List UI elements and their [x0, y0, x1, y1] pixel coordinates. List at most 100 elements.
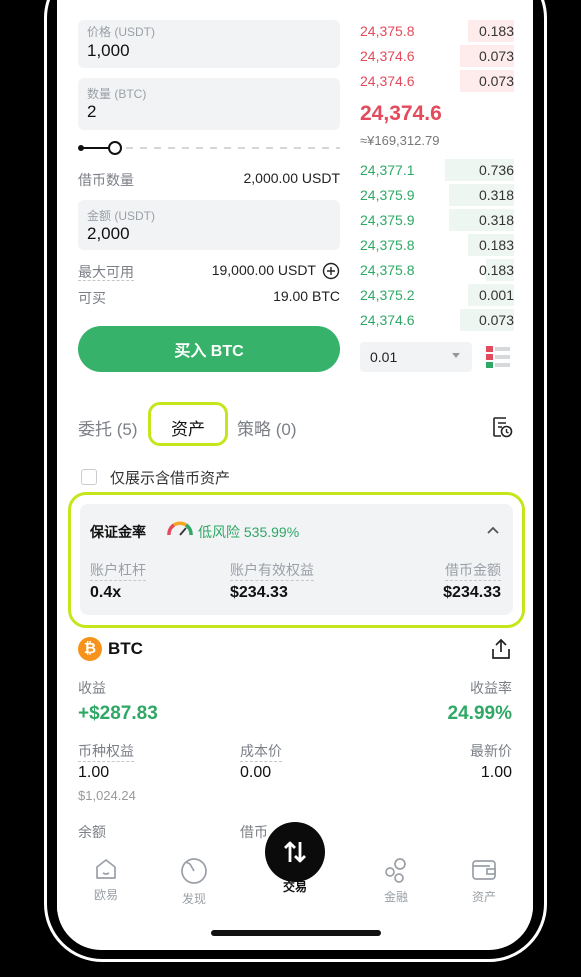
max-available-value: 19,000.00 USDT [211, 262, 316, 278]
nav-assets-label: 资产 [471, 890, 496, 904]
share-icon[interactable] [490, 637, 512, 661]
price-value: 1,000 [87, 41, 130, 60]
depth-select[interactable]: 0.01 [360, 342, 472, 372]
amount-value: 2,000 [87, 224, 130, 243]
chevron-down-icon [452, 353, 460, 358]
bid-quantity: 0.183 [478, 237, 514, 253]
ask-price: 24,374.6 [360, 73, 415, 89]
nav-finance[interactable]: 金融 [361, 840, 431, 905]
borrowed-only-label: 仅展示含借币资产 [110, 470, 231, 487]
slider-track [126, 147, 340, 149]
borrow-label: 借币数量 [78, 172, 134, 188]
margin-ratio-title: 保证金率 [90, 524, 146, 540]
depth-value: 0.01 [370, 349, 398, 365]
bid-row[interactable]: 24,377.1 0.736 [360, 159, 514, 181]
nav-assets[interactable]: 资产 [449, 840, 519, 905]
quantity-value: 2 [87, 102, 97, 121]
ask-row[interactable]: 24,374.6 0.073 [360, 70, 514, 92]
pnl-value: +$287.83 [78, 703, 158, 724]
trade-fab-button[interactable] [265, 822, 325, 882]
nav-okx[interactable]: 欧易 [71, 840, 141, 903]
ask-quantity: 0.183 [478, 23, 514, 39]
bid-row[interactable]: 24,375.2 0.001 [360, 284, 514, 306]
slider-handle[interactable] [108, 141, 122, 155]
bid-quantity: 0.318 [478, 212, 514, 228]
cost-price-value: 0.00 [240, 764, 272, 781]
borrowed-amount-value: $234.33 [443, 584, 501, 601]
amount-slider[interactable] [78, 139, 340, 157]
transfer-plus-icon[interactable] [322, 262, 340, 280]
bid-price: 24,377.1 [360, 162, 415, 178]
max-available-label: 最大可用 [78, 264, 134, 281]
chevron-up-icon[interactable] [485, 522, 501, 538]
trade-screen: 价格 (USDT) 1,000 数量 (BTC) 2 借币数量 2,000.00… [57, 0, 533, 950]
coin-equity-label: 币种权益 [78, 741, 134, 762]
coin-equity-fiat: $1,024.24 [78, 788, 136, 803]
ask-quantity: 0.073 [478, 73, 514, 89]
last-price[interactable]: 24,374.6 [360, 102, 442, 126]
bid-row[interactable]: 24,374.6 0.073 [360, 309, 514, 331]
bid-row[interactable]: 24,375.9 0.318 [360, 209, 514, 231]
home-icon [96, 859, 116, 879]
max-available-row: 最大可用 19,000.00 USDT [78, 262, 340, 282]
nav-okx-label: 欧易 [93, 888, 118, 902]
btc-coin-icon: ₿ [78, 637, 102, 661]
bid-quantity: 0.001 [478, 287, 514, 303]
bid-price: 24,375.8 [360, 262, 415, 278]
leverage-label: 账户杠杆 [90, 560, 146, 581]
bid-quantity: 0.736 [478, 162, 514, 178]
tab-orders[interactable]: 委托 (5) [78, 415, 138, 440]
nav-discover-label: 发现 [181, 892, 206, 906]
equity-label: 账户有效权益 [230, 560, 314, 581]
margin-ratio-card: 保证金率 低风险 535.99% 账户杠杆 0.4x 账户有效权益 $234.3… [80, 504, 513, 615]
bid-price: 24,375.2 [360, 287, 415, 303]
risk-gauge-icon [167, 521, 193, 536]
ask-quantity: 0.073 [478, 48, 514, 64]
bid-price: 24,375.8 [360, 237, 415, 253]
ask-row[interactable]: 24,375.8 0.183 [360, 20, 514, 42]
tab-assets-highlight [148, 402, 228, 446]
pnl-rate-value: 24.99% [447, 703, 512, 724]
bid-quantity: 0.318 [478, 187, 514, 203]
bid-price: 24,375.9 [360, 212, 415, 228]
coin-name: BTC [108, 639, 143, 658]
can-buy-label: 可买 [78, 290, 106, 306]
quantity-field[interactable]: 数量 (BTC) 2 [78, 78, 340, 130]
ask-row[interactable]: 24,374.6 0.073 [360, 45, 514, 67]
bid-price: 24,375.9 [360, 187, 415, 203]
amount-label: 金额 (USDT) [87, 209, 155, 223]
bid-row[interactable]: 24,375.8 0.183 [360, 234, 514, 256]
home-indicator [211, 930, 381, 936]
ask-price: 24,374.6 [360, 48, 415, 64]
discover-icon [181, 858, 207, 884]
can-buy-row: 可买 19.00 BTC [78, 288, 340, 308]
buy-button[interactable]: 买入 BTC [78, 326, 340, 372]
price-label: 价格 (USDT) [87, 25, 155, 39]
orderbook-layout-icon[interactable] [485, 345, 511, 369]
bid-quantity: 0.183 [478, 262, 514, 278]
latest-price-value: 1.00 [480, 764, 512, 781]
swap-arrows-icon [284, 841, 306, 863]
nav-finance-label: 金融 [383, 890, 408, 904]
order-history-icon[interactable] [491, 415, 513, 439]
borrow-row: 借币数量 2,000.00 USDT [78, 170, 340, 190]
bid-price: 24,374.6 [360, 312, 415, 328]
nav-discover[interactable]: 发现 [159, 840, 229, 907]
bid-row[interactable]: 24,375.8 0.183 [360, 259, 514, 281]
borrow-value: 2,000.00 USDT [243, 170, 341, 186]
risk-level: 低风险 535.99% [198, 524, 300, 540]
ask-price: 24,375.8 [360, 23, 415, 39]
pnl-rate-label: 收益率 [470, 680, 512, 696]
last-price-fiat: ≈¥169,312.79 [360, 133, 440, 148]
bid-row[interactable]: 24,375.9 0.318 [360, 184, 514, 206]
price-field[interactable]: 价格 (USDT) 1,000 [78, 20, 340, 68]
borrowed-only-checkbox[interactable] [81, 469, 97, 485]
can-buy-value: 19.00 BTC [273, 288, 340, 304]
borrowed-amount-label: 借币金额 [445, 560, 501, 581]
amount-field[interactable]: 金额 (USDT) 2,000 [78, 200, 340, 250]
asset-borrow-label: 借币 [240, 824, 268, 840]
coin-equity-value: 1.00 [78, 764, 110, 781]
tab-strategies[interactable]: 策略 (0) [237, 415, 297, 440]
finance-icon [385, 858, 406, 883]
leverage-value: 0.4x [90, 584, 122, 601]
